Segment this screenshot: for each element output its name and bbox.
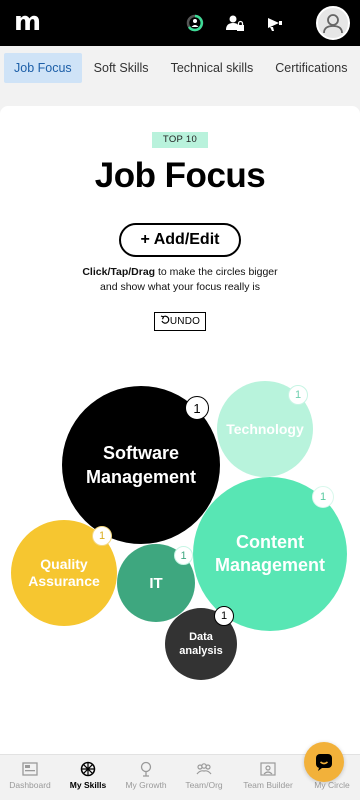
instruction-text-2: and show what your focus really is — [100, 281, 260, 293]
bubble-count-badge: 1 — [174, 546, 193, 565]
bubble-label: IT — [149, 574, 163, 592]
top-bar: m — [0, 0, 360, 46]
bubble-label: Assurance — [28, 573, 100, 589]
bubble-count-badge: 1 — [288, 385, 308, 405]
app-logo[interactable]: m — [14, 7, 41, 37]
user-lock-icon[interactable] — [224, 12, 246, 34]
nav-label: My Growth — [125, 780, 167, 790]
chat-icon — [316, 754, 332, 771]
undo-icon — [160, 315, 170, 324]
growth-tree-icon — [140, 761, 152, 777]
bubble-count-badge: 1 — [185, 396, 209, 420]
nav-label: My Skills — [69, 780, 107, 790]
bubble-count-badge: 1 — [312, 486, 334, 508]
bubble-label: Management — [85, 467, 197, 487]
instruction-emphasis: Click/Tap/Drag — [82, 266, 156, 278]
undo-label: UNDO — [169, 316, 201, 327]
bubble-label: analysis — [179, 645, 223, 657]
bubble-label: Quality — [40, 556, 88, 572]
skill-tabs: Job Focus Soft Skills Technical skills C… — [0, 46, 360, 90]
nav-dashboard[interactable]: Dashboard — [0, 761, 60, 790]
nav-label: Team Builder — [243, 780, 293, 790]
progress-ring-icon[interactable] — [184, 12, 206, 34]
dashboard-icon — [22, 762, 38, 776]
tab-certifications[interactable]: Certifications — [265, 53, 357, 83]
tab-job-focus[interactable]: Job Focus — [4, 53, 82, 83]
megaphone-icon[interactable] — [264, 12, 286, 34]
nav-label: Team/Org — [185, 780, 223, 790]
team-builder-icon — [260, 762, 276, 776]
bubble-label: Content — [236, 532, 304, 552]
tab-technical-skills[interactable]: Technical skills — [161, 53, 264, 83]
instruction-text: to make the circles bigger — [155, 266, 278, 278]
bubble-label: Management — [214, 555, 326, 575]
bubble-label: Data — [189, 631, 213, 643]
top-badge: TOP 10 — [152, 132, 208, 148]
page-title: Job Focus — [94, 156, 266, 195]
instructions: Click/Tap/Drag to make the circles bigge… — [0, 265, 360, 295]
bubble-count-badge: 1 — [214, 606, 234, 626]
bubble-label: Software — [102, 443, 180, 463]
chat-button[interactable] — [304, 742, 344, 782]
nav-label: Dashboard — [9, 780, 51, 790]
nav-my-skills[interactable]: My Skills — [58, 761, 118, 790]
tab-soft-skills[interactable]: Soft Skills — [84, 53, 159, 83]
skills-wheel-icon — [80, 761, 96, 777]
nav-team-builder[interactable]: Team Builder — [238, 761, 298, 790]
add-edit-button[interactable]: + Add/Edit — [119, 223, 241, 257]
avatar[interactable] — [316, 6, 350, 40]
undo-button[interactable]: UNDO — [154, 312, 206, 331]
bubble-label: Technology — [226, 421, 304, 437]
team-icon — [196, 763, 212, 775]
nav-team-org[interactable]: Team/Org — [174, 761, 234, 790]
bubble-count-badge: 1 — [92, 526, 112, 546]
nav-my-growth[interactable]: My Growth — [116, 761, 176, 790]
